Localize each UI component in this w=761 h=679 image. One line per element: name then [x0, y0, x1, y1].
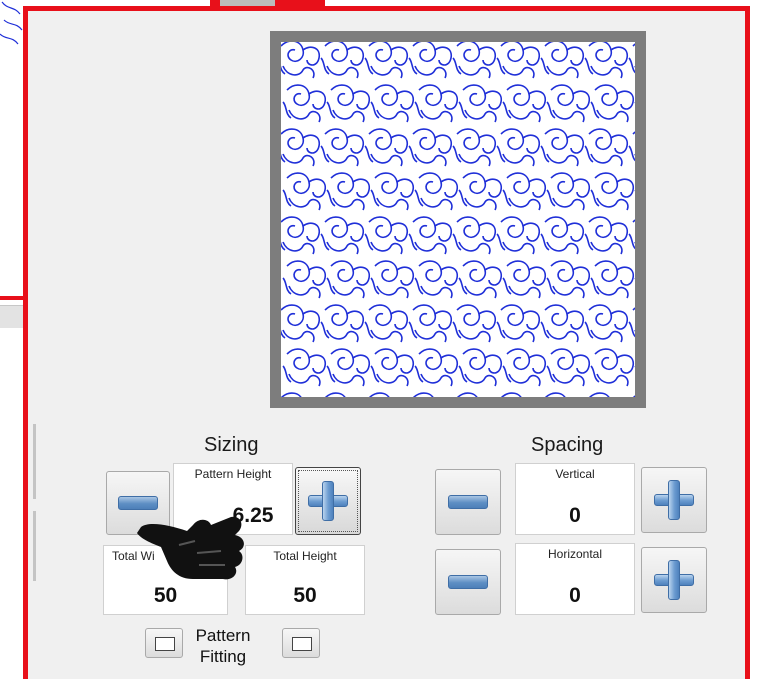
plus-icon	[654, 480, 694, 520]
background-pattern-fragment	[0, 1, 23, 45]
background-scrollbar[interactable]	[0, 305, 24, 328]
pattern-fitting-label-line1: Pattern	[195, 626, 251, 645]
pattern-fitting-right-button[interactable]	[282, 628, 320, 658]
plus-icon	[308, 481, 348, 521]
vertical-spacing-decrease-button[interactable]	[435, 469, 501, 535]
vertical-spacing-field[interactable]: Vertical 0	[515, 463, 635, 535]
minus-icon	[448, 495, 488, 509]
plus-icon	[654, 560, 694, 600]
background-window-edge	[0, 0, 24, 679]
pointing-hand-cursor-icon	[137, 516, 244, 580]
pattern-height-label: Pattern Height	[194, 467, 272, 481]
pattern-fitting-label-line2: Fitting	[199, 647, 247, 666]
left-edge-divider	[33, 424, 36, 499]
minus-icon	[448, 575, 488, 589]
sizing-title: Sizing	[204, 434, 259, 456]
total-width-value: 50	[153, 584, 178, 607]
horizontal-spacing-decrease-button[interactable]	[435, 549, 501, 615]
tiled-floral-quilt-pattern-icon	[281, 42, 635, 397]
horizontal-spacing-value: 0	[569, 584, 581, 607]
background-red-border	[0, 296, 24, 300]
pattern-fitting-left-button[interactable]	[145, 628, 183, 658]
spacing-title: Spacing	[531, 434, 604, 456]
checkbox-icon	[292, 637, 312, 651]
vertical-spacing-value: 0	[569, 504, 581, 527]
horizontal-spacing-label: Horizontal	[547, 547, 603, 561]
pattern-preview-frame	[270, 31, 646, 408]
horizontal-spacing-field[interactable]: Horizontal 0	[515, 543, 635, 615]
pattern-height-increase-button[interactable]	[295, 467, 361, 535]
horizontal-spacing-increase-button[interactable]	[641, 547, 707, 613]
total-height-field[interactable]: Total Height 50	[245, 545, 365, 615]
pattern-fitting-label: Pattern Fitting	[188, 625, 258, 667]
vertical-spacing-increase-button[interactable]	[641, 467, 707, 533]
pattern-preview	[281, 42, 635, 397]
left-edge-divider	[33, 511, 36, 581]
total-height-value: 50	[293, 584, 317, 607]
total-height-label: Total Height	[273, 549, 337, 563]
vertical-spacing-label: Vertical	[555, 467, 595, 481]
checkbox-icon	[155, 637, 175, 651]
pattern-settings-panel: Sizing Pattern Height 6.25 Total Wi 50 T…	[23, 6, 750, 679]
